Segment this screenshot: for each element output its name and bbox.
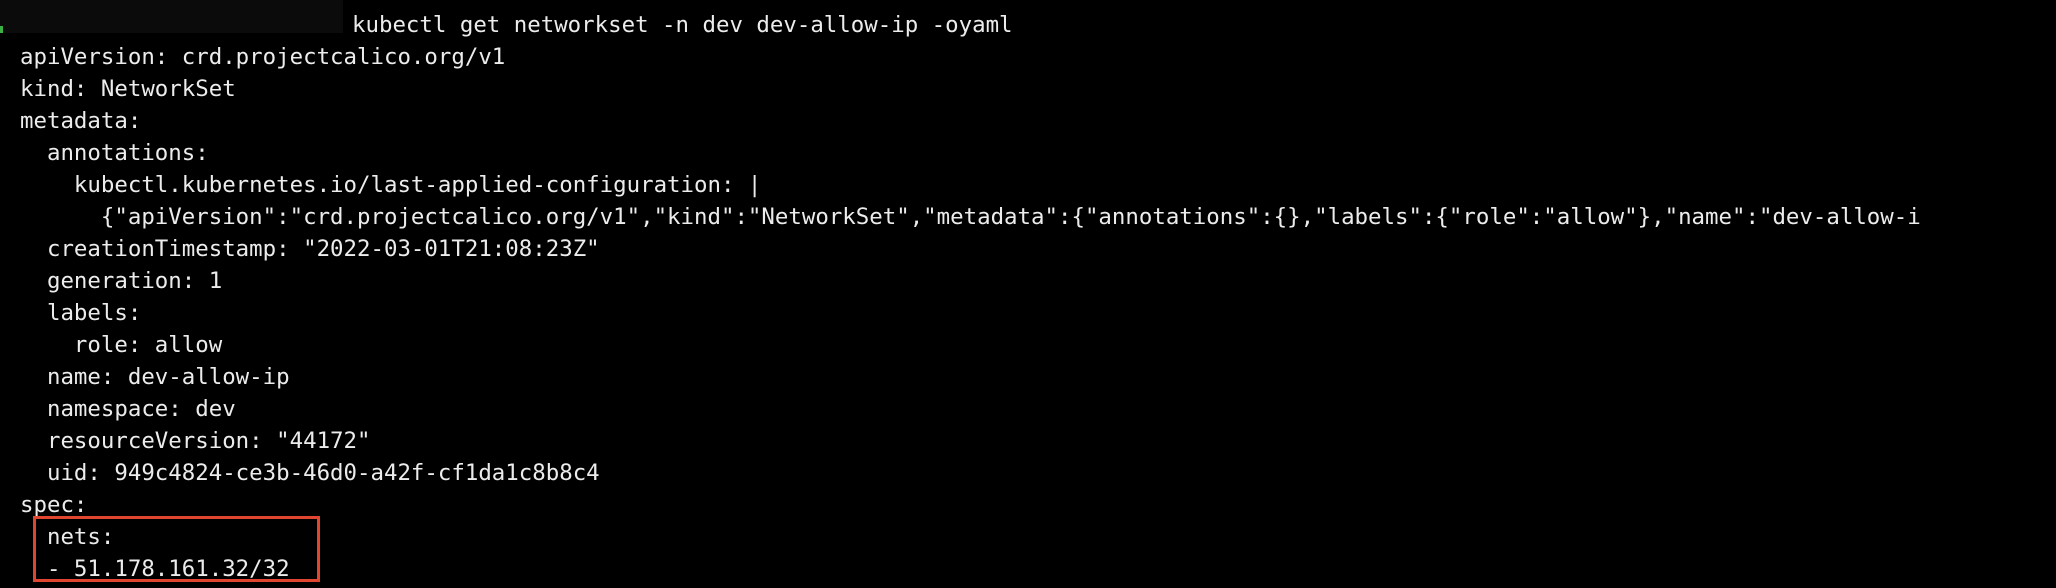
output-line: apiVersion: crd.projectcalico.org/v1 xyxy=(20,44,506,70)
output-line: kubectl.kubernetes.io/last-applied-confi… xyxy=(20,172,762,198)
output-line: namespace: dev xyxy=(20,396,236,422)
prompt-indicator xyxy=(0,26,3,33)
output-line: annotations: xyxy=(20,140,209,166)
command-line: kubectl get networkset -n dev dev-allow-… xyxy=(352,12,1013,38)
output-line: labels: xyxy=(20,300,142,326)
output-line: kind: NetworkSet xyxy=(20,76,236,102)
output-line: metadata: xyxy=(20,108,142,134)
redacted-prompt xyxy=(0,0,343,33)
output-line: role: allow xyxy=(20,332,223,358)
output-line: resourceVersion: "44172" xyxy=(20,428,371,454)
terminal-window[interactable]: kubectl get networkset -n dev dev-allow-… xyxy=(0,0,2056,588)
output-line: uid: 949c4824-ce3b-46d0-a42f-cf1da1c8b8c… xyxy=(20,460,600,486)
highlight-annotation xyxy=(33,516,320,582)
output-line: creationTimestamp: "2022-03-01T21:08:23Z… xyxy=(20,236,600,262)
output-line: name: dev-allow-ip xyxy=(20,364,290,390)
output-line: {"apiVersion":"crd.projectcalico.org/v1"… xyxy=(20,204,1921,230)
output-line: generation: 1 xyxy=(20,268,223,294)
